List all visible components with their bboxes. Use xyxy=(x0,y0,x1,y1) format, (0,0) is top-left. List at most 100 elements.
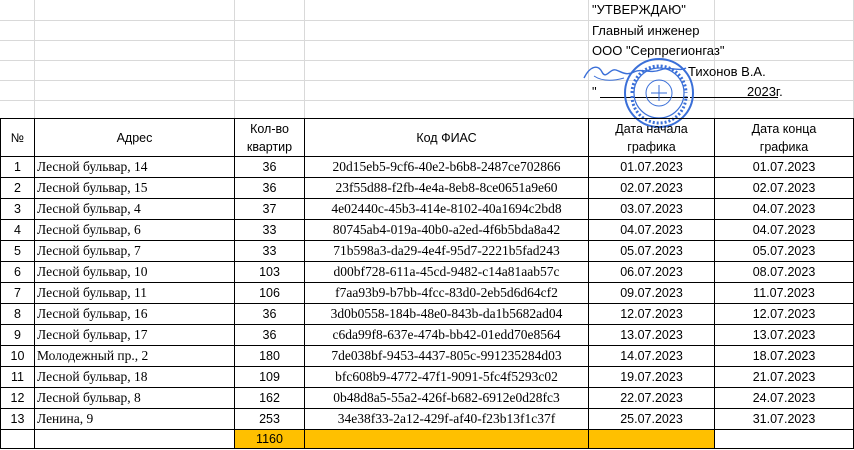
header-fias: Код ФИАС xyxy=(304,118,589,157)
cell-count[interactable]: 36 xyxy=(234,324,305,346)
cell-address[interactable]: Лесной бульвар, 17 xyxy=(34,324,235,346)
total-fias-cell[interactable] xyxy=(304,429,589,449)
header-start-date: Дата начала графика xyxy=(588,118,715,157)
cell-fias[interactable]: 71b598a3-da29-4e4f-95d7-2221b5fad243 xyxy=(304,240,589,262)
cell-count[interactable]: 180 xyxy=(234,345,305,367)
cell-end-date[interactable]: 18.07.2023 xyxy=(714,345,854,367)
table-row: 12 Лесной бульвар, 8 162 0b48d8a5-55a2-426f… xyxy=(0,387,854,409)
table-row: 4 Лесной бульвар, 6 33 80745ab4-019a-40b0-a… xyxy=(0,219,854,241)
table-row: 1 Лесной бульвар, 14 36 20d15eb5-9cf6-40e2-… xyxy=(0,156,854,178)
table-row: 7 Лесной бульвар, 11 106 f7aa93b9-b7bb-4fcc… xyxy=(0,282,854,304)
cell-start-date[interactable]: 14.07.2023 xyxy=(588,345,715,367)
table-row: 6 Лесной бульвар, 10 103 d00bf728-611a-45cd… xyxy=(0,261,854,283)
cell-fias[interactable]: 23f55d88-f2fb-4e4a-8eb8-8ce0651a9e60 xyxy=(304,177,589,199)
cell-num[interactable]: 9 xyxy=(0,324,35,346)
cell-end-date[interactable]: 13.07.2023 xyxy=(714,324,854,346)
cell-start-date[interactable]: 12.07.2023 xyxy=(588,303,715,325)
cell-count[interactable]: 106 xyxy=(234,282,305,304)
cell-count[interactable]: 33 xyxy=(234,240,305,262)
table-row: 3 Лесной бульвар, 4 37 4e02440c-45b3-414e-8… xyxy=(0,198,854,220)
cell-start-date[interactable]: 06.07.2023 xyxy=(588,261,715,283)
total-row: 1160 xyxy=(0,429,854,449)
cell-num[interactable]: 3 xyxy=(0,198,35,220)
cell-address[interactable]: Лесной бульвар, 11 xyxy=(34,282,235,304)
cell-num[interactable]: 6 xyxy=(0,261,35,283)
approval-year: 2023г. xyxy=(747,84,783,99)
cell-end-date[interactable]: 08.07.2023 xyxy=(714,261,854,283)
cell-end-date[interactable]: 31.07.2023 xyxy=(714,408,854,430)
approval-position: Главный инженер xyxy=(592,22,700,38)
cell-end-date[interactable]: 11.07.2023 xyxy=(714,282,854,304)
cell-address[interactable]: Лесной бульвар, 4 xyxy=(34,198,235,220)
table-row: 9 Лесной бульвар, 17 36 c6da99f8-637e-474b-… xyxy=(0,324,854,346)
cell-fias[interactable]: 7de038bf-9453-4437-805c-991235284d03 xyxy=(304,345,589,367)
cell-num[interactable]: 7 xyxy=(0,282,35,304)
cell-fias[interactable]: 3d0b0558-184b-48e0-843b-da1b5682ad04 xyxy=(304,303,589,325)
cell-num[interactable]: 2 xyxy=(0,177,35,199)
cell-start-date[interactable]: 25.07.2023 xyxy=(588,408,715,430)
cell-end-date[interactable]: 05.07.2023 xyxy=(714,240,854,262)
cell-address[interactable]: Лесной бульвар, 15 xyxy=(34,177,235,199)
cell-count[interactable]: 103 xyxy=(234,261,305,283)
cell-end-date[interactable]: 24.07.2023 xyxy=(714,387,854,409)
cell-address[interactable]: Лесной бульвар, 8 xyxy=(34,387,235,409)
cell-count[interactable]: 37 xyxy=(234,198,305,220)
cell-count[interactable]: 33 xyxy=(234,219,305,241)
header-count: Кол-во квартир xyxy=(234,118,305,157)
cell-count[interactable]: 36 xyxy=(234,177,305,199)
cell-num[interactable]: 11 xyxy=(0,366,35,388)
cell-address[interactable]: Лесной бульвар, 6 xyxy=(34,219,235,241)
cell-end-date[interactable]: 04.07.2023 xyxy=(714,198,854,220)
table-row: 11 Лесной бульвар, 18 109 bfc608b9-4772-47f… xyxy=(0,366,854,388)
cell-count[interactable]: 162 xyxy=(234,387,305,409)
cell-start-date[interactable]: 22.07.2023 xyxy=(588,387,715,409)
table-row: 10 Молодежный пр., 2 180 7de038bf-9453-4437… xyxy=(0,345,854,367)
cell-end-date[interactable]: 21.07.2023 xyxy=(714,366,854,388)
cell-num[interactable]: 8 xyxy=(0,303,35,325)
cell-count[interactable]: 253 xyxy=(234,408,305,430)
table-header-row: № Адрес Кол-во квартир Код ФИАС Дата нач… xyxy=(0,118,854,157)
cell-fias[interactable]: bfc608b9-4772-47f1-9091-5fc4f5293c02 xyxy=(304,366,589,388)
cell-num[interactable]: 5 xyxy=(0,240,35,262)
cell-start-date[interactable]: 02.07.2023 xyxy=(588,177,715,199)
cell-end-date[interactable]: 01.07.2023 xyxy=(714,156,854,178)
table-row: 5 Лесной бульвар, 7 33 71b598a3-da29-4e4f-9… xyxy=(0,240,854,262)
cell-address[interactable]: Молодежный пр., 2 xyxy=(34,345,235,367)
cell-num[interactable]: 10 xyxy=(0,345,35,367)
cell-num[interactable]: 4 xyxy=(0,219,35,241)
cell-fias[interactable]: c6da99f8-637e-474b-bb42-01edd70e8564 xyxy=(304,324,589,346)
cell-fias[interactable]: 0b48d8a5-55a2-426f-b682-6912e0d28fc3 xyxy=(304,387,589,409)
cell-num[interactable]: 12 xyxy=(0,387,35,409)
cell-start-date[interactable]: 05.07.2023 xyxy=(588,240,715,262)
cell-fias[interactable]: 20d15eb5-9cf6-40e2-b6b8-2487ce702866 xyxy=(304,156,589,178)
cell-address[interactable]: Лесной бульвар, 10 xyxy=(34,261,235,283)
cell-address[interactable]: Лесной бульвар, 14 xyxy=(34,156,235,178)
cell-num[interactable]: 1 xyxy=(0,156,35,178)
table-row: 13 Ленина, 9 253 34e38f33-2a12-429f-af40-f2… xyxy=(0,408,854,430)
cell-address[interactable]: Лесной бульвар, 7 xyxy=(34,240,235,262)
cell-end-date[interactable]: 02.07.2023 xyxy=(714,177,854,199)
cell-start-date[interactable]: 01.07.2023 xyxy=(588,156,715,178)
cell-start-date[interactable]: 04.07.2023 xyxy=(588,219,715,241)
cell-count[interactable]: 36 xyxy=(234,303,305,325)
cell-start-date[interactable]: 09.07.2023 xyxy=(588,282,715,304)
cell-fias[interactable]: 80745ab4-019a-40b0-a2ed-4f6b5bda8a42 xyxy=(304,219,589,241)
cell-fias[interactable]: 4e02440c-45b3-414e-8102-40a1694c2bd8 xyxy=(304,198,589,220)
total-count[interactable]: 1160 xyxy=(234,429,305,449)
cell-count[interactable]: 109 xyxy=(234,366,305,388)
cell-start-date[interactable]: 03.07.2023 xyxy=(588,198,715,220)
cell-end-date[interactable]: 12.07.2023 xyxy=(714,303,854,325)
cell-start-date[interactable]: 19.07.2023 xyxy=(588,366,715,388)
cell-address[interactable]: Ленина, 9 xyxy=(34,408,235,430)
total-start-cell[interactable] xyxy=(588,429,715,449)
cell-fias[interactable]: d00bf728-611a-45cd-9482-c14a81aab57c xyxy=(304,261,589,283)
cell-address[interactable]: Лесной бульвар, 18 xyxy=(34,366,235,388)
cell-count[interactable]: 36 xyxy=(234,156,305,178)
header-address: Адрес xyxy=(34,118,235,157)
cell-num[interactable]: 13 xyxy=(0,408,35,430)
cell-fias[interactable]: 34e38f33-2a12-429f-af40-f23b13f1c37f xyxy=(304,408,589,430)
cell-end-date[interactable]: 04.07.2023 xyxy=(714,219,854,241)
cell-fias[interactable]: f7aa93b9-b7bb-4fcc-83d0-2eb5d6d64cf2 xyxy=(304,282,589,304)
cell-address[interactable]: Лесной бульвар, 16 xyxy=(34,303,235,325)
cell-start-date[interactable]: 13.07.2023 xyxy=(588,324,715,346)
